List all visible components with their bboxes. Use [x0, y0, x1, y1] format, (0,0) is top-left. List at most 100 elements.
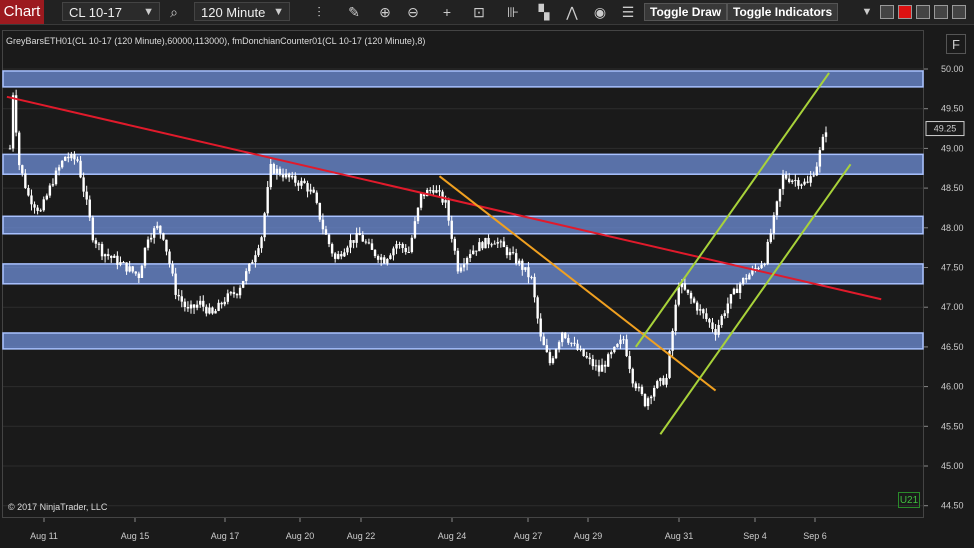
candle-body [453, 238, 457, 251]
candle-body [462, 264, 466, 268]
candle-body [73, 153, 76, 160]
candle-body [472, 250, 475, 255]
last-price-marker: 49.25 [925, 121, 965, 137]
fundamentals-button[interactable]: F [946, 34, 966, 54]
candle-body [475, 250, 478, 252]
candle-body [800, 184, 803, 186]
candle-body [606, 354, 610, 367]
candle-body [815, 166, 818, 176]
candle-body [85, 191, 88, 200]
candle-body [137, 273, 141, 279]
candle-body [113, 255, 116, 258]
candle-body [794, 180, 797, 182]
candle-body [649, 396, 653, 399]
candle-body [662, 378, 665, 385]
candle-body [594, 365, 598, 367]
candle-body [567, 338, 570, 343]
candle-body [79, 160, 82, 178]
candle-body [637, 386, 641, 389]
candle-body [358, 233, 361, 236]
candle-body [407, 251, 410, 253]
candle-body [518, 260, 521, 264]
candle-body [370, 243, 374, 250]
candle-body [333, 253, 337, 259]
candle-body [447, 200, 450, 221]
green-trend-line [634, 72, 830, 348]
candle-body [318, 202, 322, 220]
candle-body [671, 330, 674, 351]
candle-body [361, 235, 364, 242]
indicator-header: GreyBarsETH01(CL 10-17 (120 Minute),6000… [6, 36, 426, 46]
candle-body [266, 187, 269, 214]
last-price-label: 49.25 [934, 124, 957, 134]
candle-body [665, 377, 668, 385]
candle-body [300, 180, 303, 186]
candle-body [241, 281, 245, 288]
candle-body [597, 365, 601, 372]
candle-body [527, 267, 530, 278]
candle-body [57, 167, 61, 171]
candle-body [689, 292, 693, 299]
trend-lines [6, 72, 882, 435]
candle-body [579, 348, 582, 350]
candle-body [631, 368, 634, 384]
x-axis-ticks: Aug 11 Aug 15 Aug 17 Aug 20 Aug 22 Aug 24 Aug … [30, 518, 827, 541]
y-tick-label: 48.00 [941, 223, 964, 233]
candle-body [110, 256, 113, 258]
candle-body [343, 252, 346, 257]
candle-body [809, 176, 812, 183]
candle-body [152, 228, 156, 238]
candle-body [214, 310, 217, 314]
candle-body [168, 251, 171, 265]
candle-body [140, 265, 144, 279]
candle-body [745, 277, 748, 280]
candle-body [386, 258, 389, 264]
candle-body [278, 168, 282, 175]
candle-body [787, 178, 791, 182]
candle-body [702, 309, 705, 314]
candle-body [8, 148, 12, 150]
candle-body [309, 189, 312, 192]
candle-body [769, 233, 772, 242]
candle-body [70, 153, 73, 159]
candle-body [646, 398, 650, 407]
candle-body [14, 95, 18, 133]
candle-body [379, 257, 383, 260]
candle-body [695, 302, 699, 311]
candle-body [659, 378, 662, 382]
candle-body [619, 339, 622, 345]
candle-body [100, 244, 104, 257]
x-tick-label: Aug 15 [121, 531, 150, 541]
candle-body [330, 244, 334, 254]
candle-body [281, 174, 285, 178]
candle-body [824, 132, 828, 137]
y-tick-label: 47.00 [941, 302, 964, 312]
candle-body [766, 241, 769, 265]
candle-body [508, 252, 512, 256]
green-trend-line [659, 163, 852, 435]
candle-body [416, 207, 420, 222]
candle-body [226, 293, 230, 302]
candle-body [401, 244, 404, 248]
candle-body [174, 273, 177, 295]
candle-body [564, 332, 567, 339]
candle-body [686, 289, 690, 293]
candle-body [257, 248, 260, 256]
candle-body [530, 276, 533, 278]
candle-body [149, 237, 153, 240]
candle-body [570, 342, 573, 344]
candle-body [355, 233, 358, 243]
candle-body [729, 294, 733, 304]
candle-body [303, 180, 306, 184]
candle-body [349, 240, 352, 248]
candle-body [603, 364, 607, 367]
candle-body [573, 342, 576, 344]
candle-body [284, 173, 288, 178]
candle-body [653, 387, 656, 397]
candle-body [235, 294, 239, 296]
candle-body [272, 164, 276, 174]
candle-body [205, 306, 208, 314]
x-tick-label: Aug 29 [574, 531, 603, 541]
candle-body [699, 309, 702, 311]
candle-body [315, 192, 318, 203]
